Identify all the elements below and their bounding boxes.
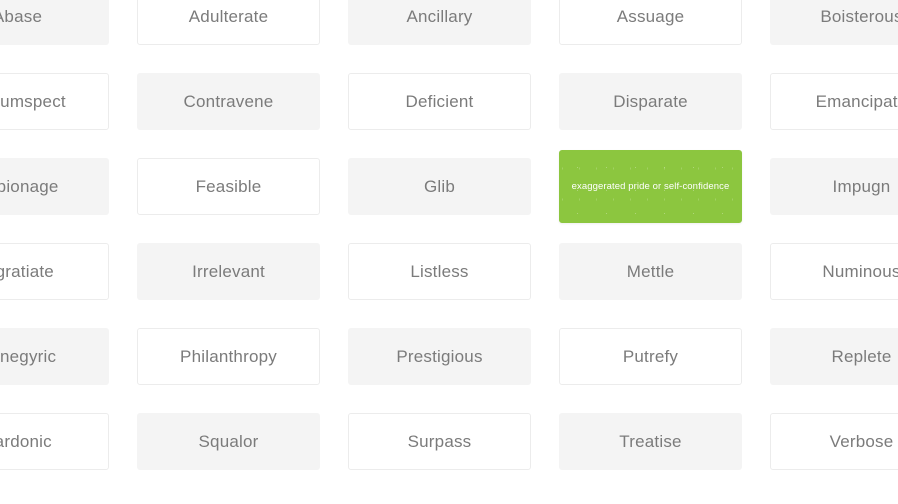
card-cell: Verbose: [756, 399, 898, 484]
word-card[interactable]: Adulterate: [137, 0, 320, 45]
card-cell: Replete: [756, 314, 898, 399]
card-cell: Assuage: [545, 0, 756, 59]
card-word-label: Sardonic: [0, 431, 52, 451]
word-card[interactable]: Sardonic: [0, 413, 109, 470]
card-word-label: Putrefy: [622, 346, 679, 366]
word-card[interactable]: Replete: [770, 328, 898, 385]
card-word-label: Treatise: [619, 431, 682, 451]
card-word-label: Espionage: [0, 176, 59, 196]
card-grid: Abase Adulterate Ancillary Assuage Boisterou…: [0, 0, 898, 484]
word-card[interactable]: Treatise: [559, 413, 742, 470]
card-word-label: Numinous: [822, 261, 898, 281]
card-word-label: Abase: [0, 6, 43, 26]
word-card[interactable]: Glib: [348, 158, 531, 215]
word-card[interactable]: Panegyric: [0, 328, 109, 385]
card-word-label: Boisterous: [820, 6, 898, 26]
card-cell: Adulterate: [123, 0, 334, 59]
card-word-label: Glib: [423, 176, 456, 196]
card-definition-text: exaggerated pride or self-confidence: [571, 180, 730, 192]
word-card[interactable]: Disparate: [559, 73, 742, 130]
card-word-label: Panegyric: [0, 346, 57, 366]
card-cell: exaggerated pride or self-confidence: [545, 144, 756, 229]
card-cell: Impugn: [756, 144, 898, 229]
card-word-label: Ancillary: [406, 6, 473, 26]
word-card[interactable]: Mettle: [559, 243, 742, 300]
word-card[interactable]: Abase: [0, 0, 109, 45]
card-word-label: Impugn: [832, 176, 891, 196]
word-card[interactable]: Philanthropy: [137, 328, 320, 385]
card-word-label: Emancipate: [815, 91, 898, 111]
card-cell: Treatise: [545, 399, 756, 484]
card-cell: Boisterous: [756, 0, 898, 59]
card-word-label: Listless: [410, 261, 469, 281]
word-card[interactable]: Listless: [348, 243, 531, 300]
word-card[interactable]: Circumspect: [0, 73, 109, 130]
card-cell: Putrefy: [545, 314, 756, 399]
card-cell: Feasible: [123, 144, 334, 229]
card-word-label: Assuage: [616, 6, 685, 26]
card-word-label: Prestigious: [396, 346, 483, 366]
word-card[interactable]: Irrelevant: [137, 243, 320, 300]
flipped-card[interactable]: exaggerated pride or self-confidence: [559, 150, 742, 223]
card-grid-viewport[interactable]: Abase Adulterate Ancillary Assuage Boisterou…: [0, 0, 898, 504]
card-cell: Numinous: [756, 229, 898, 314]
card-cell: Abase: [0, 0, 123, 59]
word-card[interactable]: Impugn: [770, 158, 898, 215]
card-word-label: Philanthropy: [180, 346, 277, 366]
word-card[interactable]: Feasible: [137, 158, 320, 215]
card-cell: Circumspect: [0, 59, 123, 144]
card-cell: Emancipate: [756, 59, 898, 144]
word-card[interactable]: Deficient: [348, 73, 531, 130]
card-cell: Surpass: [334, 399, 545, 484]
card-cell: Ingratiate: [0, 229, 123, 314]
card-cell: Irrelevant: [123, 229, 334, 314]
card-cell: Contravene: [123, 59, 334, 144]
card-cell: Ancillary: [334, 0, 545, 59]
card-word-label: Feasible: [195, 176, 262, 196]
word-card[interactable]: Putrefy: [559, 328, 742, 385]
card-cell: Listless: [334, 229, 545, 314]
card-cell: Glib: [334, 144, 545, 229]
card-word-label: Verbose: [829, 431, 894, 451]
word-card[interactable]: Boisterous: [770, 0, 898, 45]
card-cell: Espionage: [0, 144, 123, 229]
card-cell: Disparate: [545, 59, 756, 144]
word-card[interactable]: Prestigious: [348, 328, 531, 385]
card-word-label: Deficient: [405, 91, 474, 111]
card-cell: Sardonic: [0, 399, 123, 484]
card-cell: Mettle: [545, 229, 756, 314]
card-cell: Squalor: [123, 399, 334, 484]
word-card[interactable]: Contravene: [137, 73, 320, 130]
word-card[interactable]: Squalor: [137, 413, 320, 470]
word-card[interactable]: Numinous: [770, 243, 898, 300]
card-word-label: Ingratiate: [0, 261, 54, 281]
card-cell: Deficient: [334, 59, 545, 144]
word-card[interactable]: Verbose: [770, 413, 898, 470]
card-word-label: Mettle: [626, 261, 675, 281]
word-card[interactable]: Assuage: [559, 0, 742, 45]
word-card[interactable]: Surpass: [348, 413, 531, 470]
word-card[interactable]: Ancillary: [348, 0, 531, 45]
word-card[interactable]: Ingratiate: [0, 243, 109, 300]
word-card[interactable]: Emancipate: [770, 73, 898, 130]
word-card[interactable]: Espionage: [0, 158, 109, 215]
card-cell: Panegyric: [0, 314, 123, 399]
card-word-label: Adulterate: [188, 6, 269, 26]
card-cell: Philanthropy: [123, 314, 334, 399]
card-cell: Prestigious: [334, 314, 545, 399]
card-word-label: Squalor: [198, 431, 259, 451]
card-word-label: Irrelevant: [192, 261, 265, 281]
card-word-label: Circumspect: [0, 91, 66, 111]
card-word-label: Replete: [831, 346, 892, 366]
card-word-label: Contravene: [183, 91, 274, 111]
card-word-label: Disparate: [613, 91, 688, 111]
card-word-label: Surpass: [407, 431, 472, 451]
